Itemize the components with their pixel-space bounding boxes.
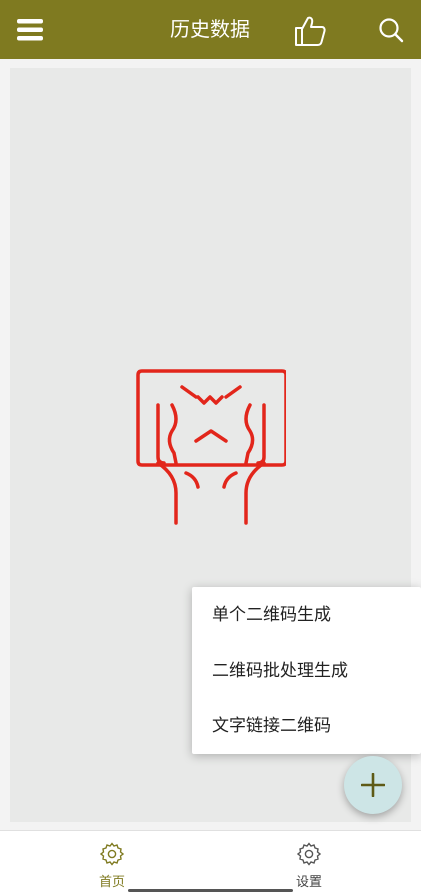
empty-state-illustration xyxy=(136,365,288,525)
search-icon xyxy=(379,18,404,43)
gear-icon xyxy=(100,842,124,866)
home-indicator xyxy=(128,889,293,892)
create-qr-popup-menu: 单个二维码生成 二维码批处理生成 文字链接二维码 xyxy=(192,587,421,754)
like-button[interactable] xyxy=(293,15,327,47)
menu-item-text-link-qr[interactable]: 文字链接二维码 xyxy=(192,698,421,754)
top-app-bar: 历史数据 xyxy=(0,0,421,59)
crying-face-icon xyxy=(136,369,288,525)
nav-item-home[interactable]: 首页 xyxy=(52,831,172,893)
gear-icon xyxy=(297,842,321,866)
search-button[interactable] xyxy=(378,17,404,43)
app-screen: 历史数据 单个二维码生成 二维码批处理生成 文字链接二维码 首页 设置 xyxy=(0,0,421,893)
menu-button[interactable] xyxy=(17,18,43,42)
page-title: 历史数据 xyxy=(170,17,250,41)
hamburger-menu-icon xyxy=(17,19,43,41)
nav-label-settings: 设置 xyxy=(295,875,322,890)
plus-icon xyxy=(361,773,385,797)
thumbs-up-icon xyxy=(295,16,326,46)
nav-label-home: 首页 xyxy=(98,875,125,890)
menu-item-single-qr[interactable]: 单个二维码生成 xyxy=(192,587,421,643)
add-fab-button[interactable] xyxy=(344,756,402,814)
bottom-navigation: 首页 设置 xyxy=(0,830,421,893)
menu-item-batch-qr[interactable]: 二维码批处理生成 xyxy=(192,643,421,699)
nav-item-settings[interactable]: 设置 xyxy=(249,831,369,893)
